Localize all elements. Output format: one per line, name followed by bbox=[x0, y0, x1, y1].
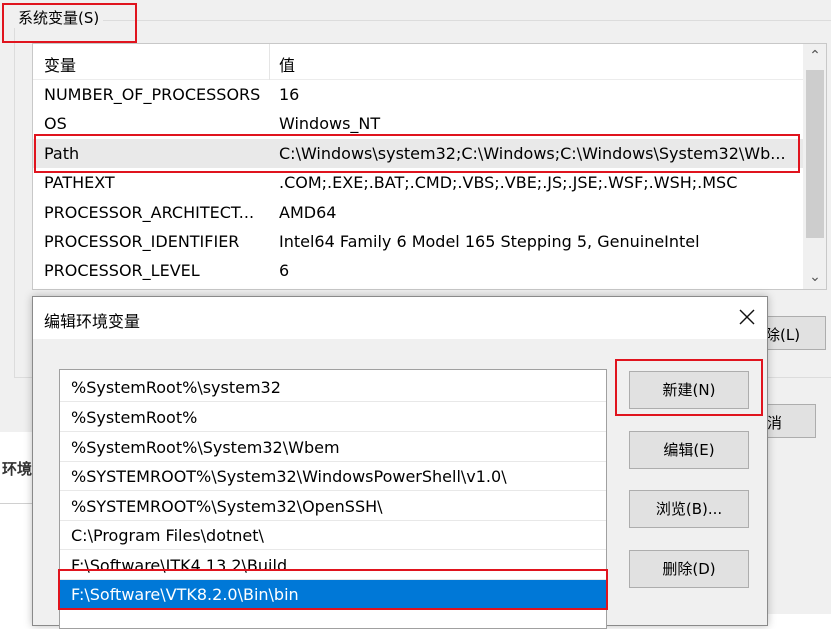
dialog-titlebar[interactable]: 编辑环境变量 bbox=[33, 297, 767, 339]
list-item[interactable]: C:\Program Files\dotnet\ bbox=[60, 521, 606, 550]
variable-name: PROCESSOR_LEVEL bbox=[44, 261, 200, 280]
variable-row-processor-architecture[interactable]: PROCESSOR_ARCHITECT... AMD64 bbox=[33, 198, 803, 227]
scroll-up-icon[interactable]: ⌃ bbox=[803, 44, 826, 68]
variables-scrollbar[interactable]: ⌃ ⌄ bbox=[803, 44, 826, 289]
path-entry: %SYSTEMROOT%\System32\OpenSSH\ bbox=[71, 497, 383, 516]
variable-row-processor-identifier[interactable]: PROCESSOR_IDENTIFIER Intel64 Family 6 Mo… bbox=[33, 227, 803, 256]
button-label: 消 bbox=[767, 414, 783, 432]
variable-value: .COM;.EXE;.BAT;.CMD;.VBS;.VBE;.JS;.JSE;.… bbox=[279, 173, 738, 192]
path-entry: %SYSTEMROOT%\System32\WindowsPowerShell\… bbox=[71, 467, 507, 486]
button-label: 除(L) bbox=[765, 326, 801, 344]
list-item[interactable]: %SystemRoot%\system32 bbox=[60, 373, 606, 402]
cancel-button[interactable]: 消 bbox=[760, 404, 816, 438]
variable-value: Windows_NT bbox=[279, 114, 381, 133]
annotation-highlight-path-row bbox=[34, 134, 800, 173]
variable-name: NUMBER_OF_PROCESSORS bbox=[44, 85, 261, 104]
variable-value: 16 bbox=[279, 85, 300, 104]
dialog-title: 编辑环境变量 bbox=[44, 312, 141, 331]
column-separator[interactable] bbox=[269, 44, 270, 80]
list-item[interactable]: %SYSTEMROOT%\System32\WindowsPowerShell\… bbox=[60, 462, 606, 491]
list-item[interactable]: %SystemRoot%\System32\Wbem bbox=[60, 433, 606, 462]
delete-system-variable-button[interactable]: 除(L) bbox=[760, 316, 826, 350]
scrollbar-thumb[interactable] bbox=[806, 70, 824, 238]
close-icon[interactable] bbox=[731, 301, 763, 333]
path-entry: C:\Program Files\dotnet\ bbox=[71, 526, 264, 545]
annotation-highlight-selected-path bbox=[58, 569, 608, 610]
delete-button[interactable]: 删除(D) bbox=[629, 550, 749, 588]
list-item[interactable]: %SystemRoot% bbox=[60, 403, 606, 432]
edit-button[interactable]: 编辑(E) bbox=[629, 431, 749, 469]
variable-value: Intel64 Family 6 Model 165 Stepping 5, G… bbox=[279, 232, 700, 251]
scroll-down-icon[interactable]: ⌄ bbox=[803, 265, 826, 289]
path-entry: %SystemRoot%\system32 bbox=[71, 378, 281, 397]
browse-button[interactable]: 浏览(B)... bbox=[629, 490, 749, 528]
variable-row-number-of-processors[interactable]: NUMBER_OF_PROCESSORS 16 bbox=[33, 80, 803, 109]
column-header-value[interactable]: 值 bbox=[279, 52, 295, 76]
annotation-highlight-new-button bbox=[615, 359, 763, 416]
list-header: 变量 值 bbox=[33, 44, 803, 80]
variable-value: 6 bbox=[279, 261, 290, 280]
path-entry: %SystemRoot% bbox=[71, 408, 198, 427]
annotation-highlight-system-variables bbox=[2, 3, 137, 43]
variable-value: AMD64 bbox=[279, 203, 337, 222]
variable-name: PROCESSOR_ARCHITECT... bbox=[44, 203, 255, 222]
variable-row-processor-level[interactable]: PROCESSOR_LEVEL 6 bbox=[33, 256, 803, 285]
partial-label: 环境 bbox=[2, 460, 33, 478]
variable-name: PATHEXT bbox=[44, 173, 115, 192]
variable-name: PROCESSOR_IDENTIFIER bbox=[44, 232, 240, 251]
list-item[interactable]: %SYSTEMROOT%\System32\OpenSSH\ bbox=[60, 492, 606, 521]
variable-name: OS bbox=[44, 114, 67, 133]
path-entry: %SystemRoot%\System32\Wbem bbox=[71, 438, 340, 457]
column-header-variable[interactable]: 变量 bbox=[44, 52, 76, 76]
